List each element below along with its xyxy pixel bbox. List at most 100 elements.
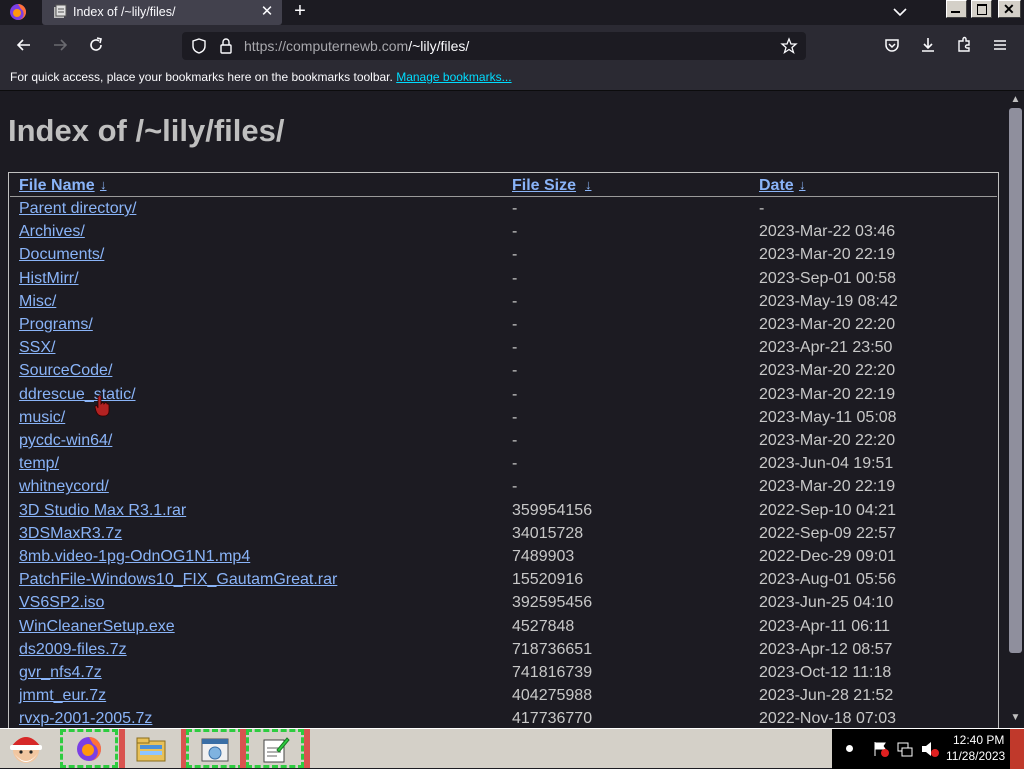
file-name-link[interactable]: 3DSMaxR3.7z <box>19 525 122 543</box>
file-name-link[interactable]: VS6SP2.iso <box>19 594 104 612</box>
taskbar-editor-button[interactable] <box>246 729 304 768</box>
tray-network-icon[interactable] <box>896 740 914 758</box>
tracking-protection-icon[interactable] <box>190 37 208 55</box>
page-scrollbar[interactable]: ▲ ▼ <box>1007 91 1024 728</box>
file-size: 7489903 <box>512 548 575 565</box>
column-header-date[interactable]: Date <box>759 177 794 195</box>
column-header-file-size[interactable]: File Size <box>512 177 576 195</box>
tab-active[interactable]: Index of /~lily/files/ ✕ <box>42 0 282 25</box>
downloads-icon[interactable] <box>916 33 940 57</box>
manage-bookmarks-link[interactable]: Manage bookmarks... <box>396 70 511 84</box>
file-date: 2023-Apr-21 23:50 <box>759 339 893 357</box>
firefox-taskbar-icon <box>77 737 101 761</box>
file-name-link[interactable]: Misc/ <box>19 293 56 311</box>
hand-cursor-icon <box>94 395 110 417</box>
file-name-link[interactable]: Parent directory/ <box>19 200 136 218</box>
file-size: 417736770 <box>512 710 593 728</box>
bookmark-star-icon[interactable] <box>780 37 798 55</box>
table-row: ds2009-files.7z 718736651 2023-Apr-12 08:5… <box>10 641 997 664</box>
new-tab-icon[interactable]: + <box>288 0 312 25</box>
maximize-window-button[interactable] <box>971 0 992 18</box>
start-button-santa-icon[interactable] <box>2 731 50 767</box>
reload-icon[interactable] <box>84 33 108 57</box>
minimize-window-button[interactable] <box>946 0 967 18</box>
file-name-link[interactable]: Programs/ <box>19 316 93 334</box>
sort-date-icon[interactable]: ↓ <box>799 177 806 192</box>
file-name-link[interactable]: pycdc-win64/ <box>19 432 112 450</box>
taskbar-separator <box>304 729 310 768</box>
menu-icon[interactable] <box>988 33 1012 57</box>
table-row: 3DSMaxR3.7z 34015728 2022-Sep-09 22:57 <box>10 525 997 548</box>
table-row: Documents/ - 2023-Mar-20 22:19 <box>10 246 997 269</box>
close-window-button[interactable]: ✕ <box>998 0 1021 18</box>
file-name-link[interactable]: WinCleanerSetup.exe <box>19 618 175 636</box>
file-name-link[interactable]: HistMirr/ <box>19 270 79 288</box>
file-name-link[interactable]: 3D Studio Max R3.1.rar <box>19 502 186 520</box>
sort-file-size-icon[interactable]: ↓ <box>585 177 592 192</box>
scroll-up-icon[interactable]: ▲ <box>1007 93 1024 107</box>
taskbar-ie-button[interactable] <box>186 729 244 768</box>
url-text[interactable]: https://computernewb.com/~lily/files/ <box>244 38 469 54</box>
table-row: HistMirr/ - 2023-Sep-01 00:58 <box>10 270 997 293</box>
file-name-link[interactable]: SourceCode/ <box>19 362 112 380</box>
taskbar-firefox-button[interactable] <box>60 729 118 768</box>
back-icon[interactable] <box>12 33 36 57</box>
file-name-link[interactable]: ddrescue_static/ <box>19 386 136 404</box>
file-date: 2023-May-11 05:08 <box>759 408 897 426</box>
file-size: 718736651 <box>512 640 593 658</box>
file-date: 2023-Mar-20 22:19 <box>759 385 896 403</box>
table-row: PatchFile-Windows10_FIX_GautamGreat.rar 1… <box>10 571 997 594</box>
sort-file-name-icon[interactable]: ↓ <box>100 177 107 192</box>
file-size: - <box>512 339 518 357</box>
file-date: 2022-Dec-29 09:01 <box>759 548 896 565</box>
clock-time[interactable]: 12:40 PM <box>953 733 1004 747</box>
show-desktop-button[interactable] <box>1010 729 1024 769</box>
table-row: VS6SP2.iso 392595456 2023-Jun-25 04:10 <box>10 594 997 617</box>
clock-date[interactable]: 11/28/2023 <box>946 749 1005 763</box>
folder-icon <box>136 737 166 762</box>
tab-bar: Index of /~lily/files/ ✕ + ✕ <box>0 0 1024 25</box>
tray-dot-icon[interactable] <box>846 745 853 752</box>
table-row: Archives/ - 2023-Mar-22 03:46 <box>10 223 997 246</box>
firefox-icon[interactable] <box>9 3 27 21</box>
file-name-link[interactable]: whitneycord/ <box>19 478 109 496</box>
file-name-link[interactable]: 8mb.video-1pg-OdnOG1N1.mp4 <box>19 548 250 566</box>
file-date: 2023-Sep-01 00:58 <box>759 269 896 287</box>
tab-close-icon[interactable]: ✕ <box>258 2 276 22</box>
file-size: - <box>512 432 518 449</box>
pocket-icon[interactable] <box>880 33 904 57</box>
extensions-icon[interactable] <box>952 33 976 57</box>
file-date: 2022-Nov-18 07:03 <box>759 710 896 728</box>
table-row: temp/ - 2023-Jun-04 19:51 <box>10 455 997 478</box>
file-name-link[interactable]: Archives/ <box>19 223 85 241</box>
file-name-link[interactable]: ds2009-files.7z <box>19 641 127 659</box>
forward-icon[interactable] <box>48 33 72 57</box>
table-row: SourceCode/ - 2023-Mar-20 22:20 <box>10 362 997 385</box>
page-content: Index of /~lily/files/ File Name ↓ File … <box>0 91 1007 728</box>
file-name-link[interactable]: Documents/ <box>19 246 104 264</box>
file-name-link[interactable]: music/ <box>19 409 65 427</box>
tab-title: Index of /~lily/files/ <box>73 5 176 19</box>
tray-flag-icon[interactable] <box>872 740 890 758</box>
file-date: 2023-Mar-20 22:20 <box>759 432 896 449</box>
column-header-file-name[interactable]: File Name <box>19 177 95 195</box>
taskbar-explorer-button[interactable] <box>125 729 183 768</box>
file-size: - <box>512 292 518 310</box>
address-bar[interactable]: https://computernewb.com/~lily/files/ <box>182 32 806 60</box>
file-name-link[interactable]: rvxp-2001-2005.7z <box>19 710 152 728</box>
lock-icon[interactable] <box>218 37 234 55</box>
tray-volume-muted-icon[interactable] <box>920 740 940 758</box>
file-name-link[interactable]: gvr_nfs4.7z <box>19 664 102 682</box>
scrollbar-thumb[interactable] <box>1009 108 1022 653</box>
file-name-link[interactable]: temp/ <box>19 455 59 473</box>
file-date: 2023-Apr-11 06:11 <box>759 617 891 635</box>
file-size: 4527848 <box>512 617 575 635</box>
list-all-tabs-icon[interactable] <box>888 3 912 21</box>
scroll-down-icon[interactable]: ▼ <box>1007 711 1024 725</box>
file-name-link[interactable]: SSX/ <box>19 339 55 357</box>
file-name-link[interactable]: PatchFile-Windows10_FIX_GautamGreat.rar <box>19 571 337 589</box>
file-date: - <box>759 200 765 217</box>
file-name-link[interactable]: jmmt_eur.7z <box>19 687 106 705</box>
page-title: Index of /~lily/files/ <box>8 113 285 148</box>
file-size: - <box>512 385 518 403</box>
